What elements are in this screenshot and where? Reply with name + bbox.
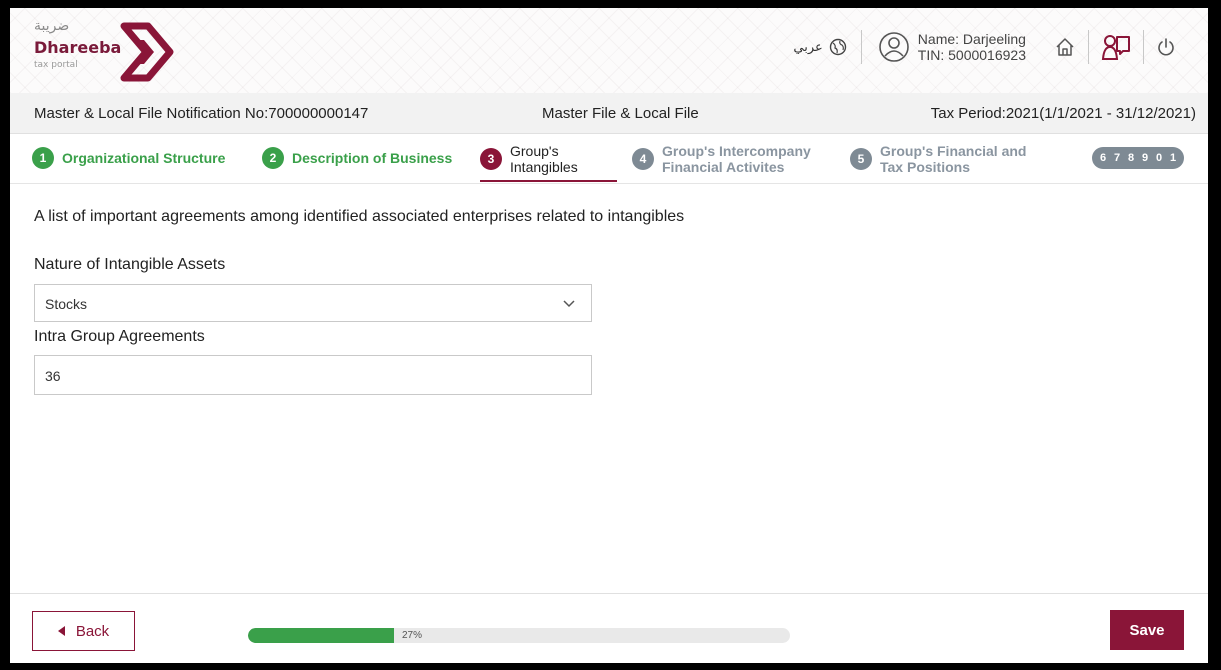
step-label-line1: Group's bbox=[510, 143, 559, 159]
step-label-line2: Financial Activites bbox=[662, 159, 785, 175]
nature-of-intangible-assets-select[interactable]: Stocks bbox=[34, 284, 592, 322]
step-description-of-business[interactable]: 2 Description of Business bbox=[262, 147, 452, 169]
input-value: 36 bbox=[45, 368, 61, 384]
form-content: A list of important agreements among ide… bbox=[34, 208, 1184, 395]
step-number: 2 bbox=[262, 147, 284, 169]
step-number: 4 bbox=[632, 148, 654, 170]
step-label-line2: Intangibles bbox=[510, 159, 578, 175]
back-label: Back bbox=[75, 622, 110, 640]
step-number: 6 bbox=[1099, 152, 1107, 164]
step-number: 3 bbox=[480, 148, 502, 170]
step-label: Group's Intangibles bbox=[510, 143, 578, 175]
chevron-down-icon bbox=[563, 300, 575, 308]
app-frame: ضريبة Dhareeba tax portal عربي Name: Dar… bbox=[10, 8, 1208, 663]
step-label: Group's Intercompany Financial Activites bbox=[662, 143, 811, 175]
intra-group-agreements-label: Intra Group Agreements bbox=[34, 328, 205, 345]
step-groups-intangibles[interactable]: 3 Group's Intangibles bbox=[480, 143, 578, 175]
progress-text: 27% bbox=[402, 630, 423, 641]
notification-number: Master & Local File Notification No:7000… bbox=[34, 105, 369, 122]
save-button[interactable]: Save bbox=[1110, 610, 1184, 650]
step-label-line2: Tax Positions bbox=[880, 159, 970, 175]
user-profile[interactable]: Name: Darjeeling TIN: 5000016923 bbox=[862, 31, 1042, 63]
back-button[interactable]: Back bbox=[32, 611, 135, 651]
step-number: 5 bbox=[850, 148, 872, 170]
step-label-line1: Group's Intercompany bbox=[662, 143, 811, 159]
logo-mark-icon bbox=[120, 22, 174, 82]
more-steps-indicator[interactable]: 6 7 8 9 0 1 bbox=[1092, 147, 1184, 169]
language-switch[interactable]: عربي bbox=[793, 38, 860, 56]
step-groups-intercompany-financial-activities[interactable]: 4 Group's Intercompany Financial Activit… bbox=[632, 143, 811, 175]
step-number: 1 bbox=[1169, 152, 1177, 164]
file-type: Master File & Local File bbox=[542, 105, 699, 122]
step-number: 9 bbox=[1141, 152, 1149, 164]
footer-bar: Back 27% Save bbox=[10, 593, 1208, 663]
logo-name: Dhareeba bbox=[34, 38, 122, 57]
user-name: Name: Darjeeling bbox=[917, 31, 1026, 47]
progress-bar: 27% bbox=[248, 628, 790, 643]
user-guide-icon bbox=[1101, 35, 1130, 60]
section-intro: A list of important agreements among ide… bbox=[34, 208, 685, 225]
wizard-stepper: 1 Organizational Structure 2 Description… bbox=[10, 133, 1208, 184]
step-label: Description of Business bbox=[292, 150, 453, 166]
power-icon bbox=[1158, 38, 1174, 56]
logo-arabic-text: ضريبة bbox=[34, 18, 70, 34]
step-number: 1 bbox=[32, 147, 54, 169]
step-groups-financial-and-tax-positions[interactable]: 5 Group's Financial and Tax Positions bbox=[850, 143, 1026, 175]
user-guide-button[interactable] bbox=[1089, 33, 1143, 61]
caret-left-icon bbox=[57, 626, 65, 636]
globe-icon bbox=[829, 38, 846, 56]
step-organizational-structure[interactable]: 1 Organizational Structure bbox=[32, 147, 225, 169]
home-button[interactable] bbox=[1042, 36, 1088, 58]
intra-group-agreements-input[interactable]: 36 bbox=[34, 355, 592, 395]
nature-of-intangible-assets-label: Nature of Intangible Assets bbox=[34, 256, 226, 273]
user-avatar-icon bbox=[878, 32, 909, 62]
step-label: Organizational Structure bbox=[62, 150, 226, 166]
dhareeba-logo[interactable]: ضريبة Dhareeba tax portal bbox=[28, 16, 188, 86]
logout-button[interactable] bbox=[1144, 37, 1188, 57]
top-header: ضريبة Dhareeba tax portal عربي Name: Dar… bbox=[10, 8, 1208, 93]
header-actions: عربي Name: Darjeeling TIN: 5000016923 bbox=[793, 22, 1188, 72]
current-step-indicator bbox=[480, 180, 617, 182]
tax-period: Tax Period:2021(1/1/2021 - 31/12/2021) bbox=[930, 105, 1196, 122]
step-number: 8 bbox=[1127, 152, 1135, 164]
user-tin: TIN: 5000016923 bbox=[917, 47, 1026, 63]
progress-fill bbox=[248, 628, 395, 643]
user-info: Name: Darjeeling TIN: 5000016923 bbox=[918, 31, 1026, 63]
step-label-line1: Group's Financial and bbox=[880, 143, 1027, 159]
logo-subtitle: tax portal bbox=[34, 60, 78, 70]
step-number: 7 bbox=[1113, 152, 1121, 164]
step-number: 0 bbox=[1155, 152, 1163, 164]
filing-info-bar: Master & Local File Notification No:7000… bbox=[10, 93, 1208, 134]
step-label: Group's Financial and Tax Positions bbox=[880, 143, 1026, 175]
language-label: عربي bbox=[793, 39, 823, 55]
select-value: Stocks bbox=[45, 296, 88, 312]
home-icon bbox=[1056, 38, 1074, 56]
